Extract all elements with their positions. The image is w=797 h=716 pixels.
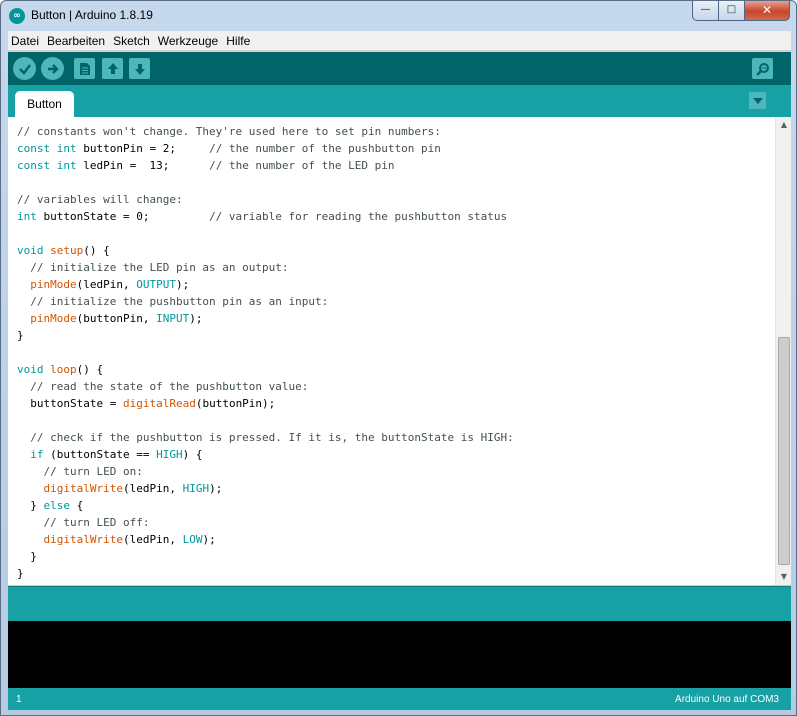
code-line: // initialize the pushbutton pin as an i… bbox=[30, 295, 329, 308]
menu-bearbeiten[interactable]: Bearbeiten bbox=[44, 34, 108, 48]
arrow-down-icon bbox=[134, 63, 145, 75]
menu-bar: Datei Bearbeiten Sketch Werkzeuge Hilfe bbox=[8, 31, 791, 51]
toolbar bbox=[8, 52, 791, 85]
code-line: // turn LED on: bbox=[43, 465, 143, 478]
menu-werkzeuge[interactable]: Werkzeuge bbox=[155, 34, 221, 48]
arduino-logo-icon: ∞ bbox=[9, 8, 25, 24]
menu-datei[interactable]: Datei bbox=[8, 34, 42, 48]
code-line: digitalWrite(ledPin, LOW); bbox=[43, 533, 216, 546]
code-line: ​ bbox=[17, 412, 514, 429]
code-line: ​ bbox=[17, 225, 514, 242]
tab-menu-button[interactable] bbox=[749, 92, 766, 109]
code-editor[interactable]: // constants won't change. They're used … bbox=[8, 117, 791, 585]
window-title: Button | Arduino 1.8.19 bbox=[31, 8, 153, 22]
scrollbar-thumb[interactable] bbox=[778, 337, 790, 565]
console-output[interactable] bbox=[8, 621, 791, 688]
verify-button[interactable] bbox=[13, 57, 36, 80]
save-button[interactable] bbox=[129, 58, 150, 79]
tab-bar: Button bbox=[8, 85, 791, 117]
new-sketch-button[interactable] bbox=[74, 58, 95, 79]
code-line: } bbox=[17, 550, 37, 563]
arrow-up-icon bbox=[107, 62, 118, 74]
code-line: } bbox=[17, 567, 24, 580]
window-controls: — □ ✕ bbox=[692, 1, 790, 21]
code-line: void setup() { bbox=[17, 244, 110, 257]
tab-button[interactable]: Button bbox=[15, 91, 74, 117]
code-line: // constants won't change. They're used … bbox=[17, 125, 441, 138]
close-button[interactable]: ✕ bbox=[745, 1, 790, 21]
menu-hilfe[interactable]: Hilfe bbox=[223, 34, 253, 48]
chevron-down-icon bbox=[752, 97, 763, 104]
upload-button[interactable] bbox=[41, 57, 64, 80]
code-line: ​ bbox=[17, 344, 514, 361]
code-line: // initialize the LED pin as an output: bbox=[30, 261, 289, 274]
code-line: const int buttonPin = 2; // the number o… bbox=[17, 142, 441, 155]
code-line: ​ bbox=[17, 174, 514, 191]
code-line: const int ledPin = 13; // the number of … bbox=[17, 159, 395, 172]
code-line: } bbox=[17, 329, 24, 342]
code-line: void loop() { bbox=[17, 363, 104, 376]
board-port-label: Arduino Uno auf COM3 bbox=[675, 694, 779, 705]
code-line: if (buttonState == HIGH) { bbox=[30, 448, 203, 461]
menu-sketch[interactable]: Sketch bbox=[110, 34, 153, 48]
code-line: // check if the pushbutton is pressed. I… bbox=[30, 431, 514, 444]
magnifier-icon bbox=[755, 62, 769, 76]
window-bottom-border bbox=[1, 710, 796, 716]
code-line: } else { bbox=[17, 499, 84, 512]
code-line: digitalWrite(ledPin, HIGH); bbox=[43, 482, 223, 495]
scroll-up-icon[interactable]: ▲ bbox=[776, 117, 791, 133]
code-line: pinMode(buttonPin, INPUT); bbox=[30, 312, 203, 325]
open-button[interactable] bbox=[102, 58, 123, 79]
arrow-right-icon bbox=[47, 63, 59, 74]
maximize-button[interactable]: □ bbox=[719, 1, 745, 21]
code-text: // constants won't change. They're used … bbox=[17, 123, 514, 582]
title-bar[interactable]: ∞ Button | Arduino 1.8.19 — □ ✕ bbox=[1, 1, 796, 31]
status-bar: 1 Arduino Uno auf COM3 bbox=[8, 688, 791, 710]
code-line: // read the state of the pushbutton valu… bbox=[30, 380, 309, 393]
check-icon bbox=[18, 63, 31, 75]
code-line: pinMode(ledPin, OUTPUT); bbox=[30, 278, 190, 291]
message-bar bbox=[8, 586, 791, 621]
scroll-down-icon[interactable]: ▼ bbox=[776, 569, 791, 585]
line-number: 1 bbox=[16, 694, 22, 705]
code-line: int buttonState = 0; // variable for rea… bbox=[17, 210, 508, 223]
file-icon bbox=[79, 62, 90, 75]
minimize-button[interactable]: — bbox=[692, 1, 719, 21]
code-line: // variables will change: bbox=[17, 193, 183, 206]
code-line: buttonState = digitalRead(buttonPin); bbox=[17, 397, 276, 410]
serial-monitor-button[interactable] bbox=[752, 58, 773, 79]
code-line: // turn LED off: bbox=[43, 516, 150, 529]
editor-scrollbar[interactable]: ▲ ▼ bbox=[775, 117, 791, 585]
arduino-window: ∞ Button | Arduino 1.8.19 — □ ✕ Datei Be… bbox=[0, 0, 797, 716]
